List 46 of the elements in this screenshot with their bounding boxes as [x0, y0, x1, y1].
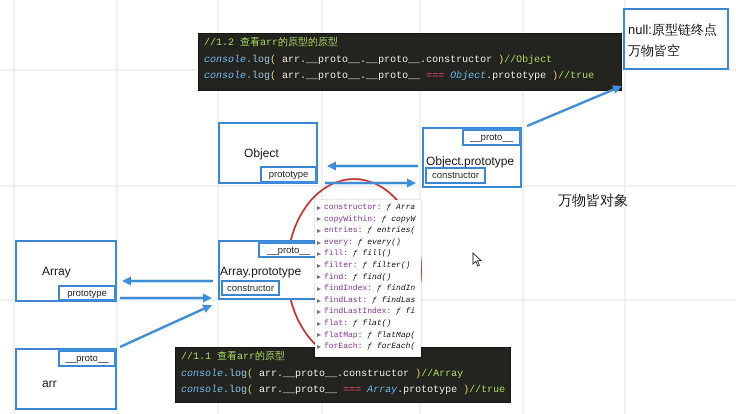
code-line: //1.1 查看arr的原型 — [181, 350, 286, 365]
expand-icon[interactable] — [317, 275, 321, 280]
property-entry[interactable]: filter: ƒ filter() — [324, 260, 410, 272]
node-label: null:原型链终点 万物皆空 — [628, 21, 717, 60]
property-entry[interactable]: find: ƒ find() — [324, 272, 392, 284]
code-line: console.log( arr.__proto__ === Array.prototype )//true — [181, 384, 505, 398]
property-entry[interactable]: copyWithin: ƒ copyW — [324, 214, 416, 226]
property-entry[interactable]: flat: ƒ flat() — [324, 318, 392, 330]
mouse-cursor-icon — [472, 252, 482, 267]
property-slot: prototype — [58, 285, 116, 301]
expand-icon[interactable] — [317, 322, 321, 326]
property-entry[interactable]: flatMap: ƒ flatMap( — [324, 330, 416, 342]
property-entry[interactable]: entries: ƒ entries( — [324, 225, 416, 237]
property-entry[interactable]: every: ƒ every() — [324, 236, 401, 248]
property-entry[interactable]: forEach: ƒ forEach( — [324, 341, 416, 353]
expand-icon[interactable] — [317, 240, 321, 245]
node-label: Object — [244, 145, 279, 162]
code-line: console.log( arr.__proto__.constructor )//Array — [181, 368, 464, 382]
expand-icon[interactable] — [317, 310, 321, 314]
node-label: Array.prototype — [220, 263, 302, 280]
node-label: Array — [42, 263, 71, 280]
expand-icon[interactable] — [317, 206, 321, 210]
expand-icon[interactable] — [317, 344, 321, 349]
property-entry[interactable]: constructor: ƒ Arra — [324, 202, 416, 214]
expand-icon[interactable] — [317, 228, 321, 233]
node-label: Object.prototype — [426, 153, 514, 170]
property-entry[interactable]: fill: ƒ fill() — [324, 248, 392, 260]
code-line: console.log( arr.__proto__.__proto__.constructor )//Object — [204, 54, 554, 68]
caption-text: 万物皆对象 — [558, 192, 628, 210]
property-slot: constructor — [425, 167, 486, 184]
property-entry[interactable]: findLast: ƒ findLas — [324, 294, 416, 306]
node-label: arr — [42, 375, 57, 392]
property-slot: __proto__ — [462, 129, 521, 146]
property-slot: prototype — [260, 166, 317, 183]
property-entry[interactable]: findIndex: ƒ findIn — [324, 283, 416, 295]
expand-icon[interactable] — [317, 333, 321, 338]
property-entry[interactable]: findLastIndex: ƒ fi — [324, 306, 416, 318]
expand-icon[interactable] — [317, 252, 321, 256]
code-line: console.log( arr.__proto__.__proto__ === Object.prototype )//true — [204, 70, 596, 84]
property-slot: __proto__ — [58, 350, 116, 367]
code-line: //1.2 查看arr的原型的原型 — [204, 36, 340, 51]
expand-icon[interactable] — [317, 298, 321, 303]
expand-icon[interactable] — [317, 217, 321, 222]
expand-icon[interactable] — [317, 286, 321, 291]
property-slot: constructor — [221, 280, 280, 296]
expand-icon[interactable] — [317, 264, 321, 268]
